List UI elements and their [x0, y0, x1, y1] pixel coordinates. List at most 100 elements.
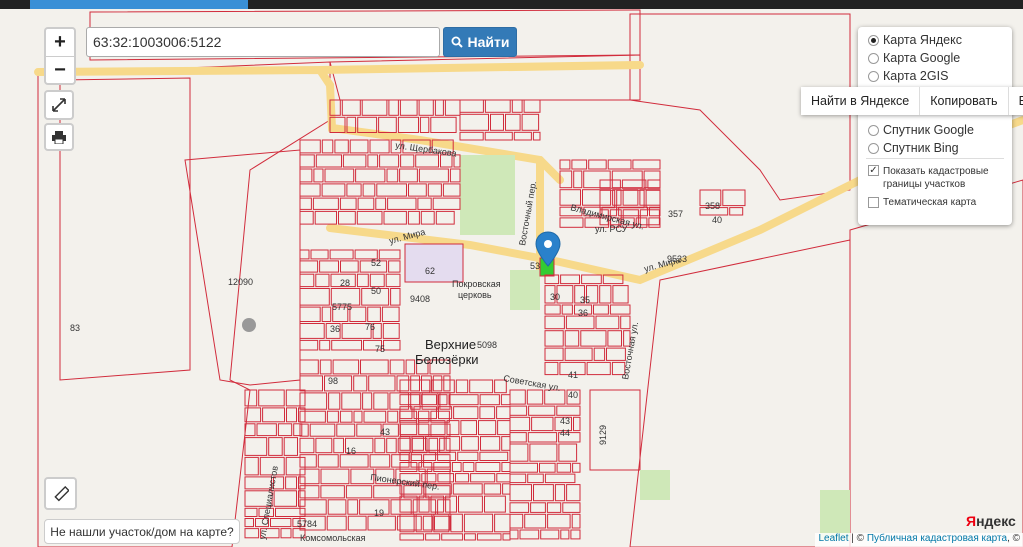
parcel — [299, 288, 330, 306]
label-76: 76 — [365, 322, 375, 332]
checkbox-icon — [868, 197, 879, 208]
parcel — [315, 437, 333, 454]
label-40b: 40 — [712, 215, 722, 225]
parcel — [331, 339, 363, 351]
yandex-logo-y: Я — [966, 513, 977, 529]
thematic-map-toggle[interactable]: Тематическая карта — [868, 197, 976, 208]
parcel — [379, 154, 400, 168]
parcel — [611, 170, 643, 189]
parcel — [413, 406, 437, 420]
parcel — [547, 513, 571, 529]
parcel — [405, 359, 416, 375]
parcel — [606, 347, 626, 361]
parcel — [309, 423, 336, 437]
parcel — [280, 528, 292, 539]
parcel — [649, 206, 661, 217]
parcel — [647, 179, 661, 189]
cadastral-borders-label: Показать кадастровые границы участков — [883, 165, 989, 191]
parcel — [299, 339, 319, 351]
parcel — [345, 485, 373, 499]
parcel — [593, 347, 606, 361]
parcel — [460, 420, 477, 436]
zoom-out-button[interactable]: − — [46, 57, 74, 84]
parcel — [293, 423, 303, 437]
parcel — [639, 189, 661, 206]
parcel — [336, 423, 356, 437]
parcel — [546, 502, 562, 513]
parcel — [560, 274, 580, 285]
parcel — [571, 159, 588, 170]
parcel — [509, 502, 530, 513]
cadastral-borders-toggle[interactable]: ✓ Показать кадастровые границы участков — [868, 165, 989, 191]
leaflet-link[interactable]: Leaflet — [818, 533, 848, 544]
print-button[interactable] — [44, 123, 74, 151]
parcel — [452, 483, 483, 495]
find-button[interactable]: Найти — [443, 27, 517, 57]
parcel — [262, 407, 286, 423]
parcel — [285, 456, 306, 476]
layer-label: Карта Google — [883, 51, 961, 65]
measure-button[interactable] — [44, 477, 77, 510]
parcel — [559, 159, 571, 170]
parcel — [346, 183, 362, 197]
copy-button[interactable]: Копировать — [920, 87, 1009, 115]
parcel — [244, 389, 258, 407]
layer-option-bing-satellite[interactable]: Спутник Bing — [868, 141, 959, 155]
fullscreen-button[interactable] — [44, 90, 74, 120]
parcel — [509, 443, 529, 462]
layer-option-2gis[interactable]: Карта 2GIS — [868, 69, 948, 83]
parcel — [332, 359, 360, 375]
parcel — [443, 375, 451, 392]
parcel — [419, 116, 430, 134]
parcel — [502, 483, 511, 495]
pkk-link[interactable]: Публичная кадастровая карта — [867, 533, 1007, 544]
parcel — [299, 359, 319, 375]
parcel — [497, 420, 511, 436]
parcel — [496, 406, 511, 420]
layer-option-google-satellite[interactable]: Спутник Google — [868, 123, 974, 137]
layer-option-yandex[interactable]: Карта Яндекс — [868, 33, 962, 47]
parcel — [341, 99, 361, 116]
parcel — [586, 361, 611, 376]
layer-option-google[interactable]: Карта Google — [868, 51, 960, 65]
not-found-button[interactable]: Не нашли участок/дом на карте? — [44, 519, 240, 544]
parcel — [347, 499, 359, 515]
parcel — [299, 210, 314, 225]
parcel — [373, 392, 389, 410]
parcel — [385, 273, 401, 288]
parcel — [554, 484, 566, 502]
parcel — [432, 375, 443, 392]
parcel — [244, 423, 256, 437]
parcel — [479, 406, 496, 420]
parcel — [339, 197, 357, 210]
search-icon — [451, 36, 463, 48]
zoom-in-button[interactable]: + — [46, 29, 74, 57]
cadastral-search-input[interactable]: 63:32:1003006:5122 — [86, 27, 440, 57]
parcel — [494, 513, 511, 533]
label-church-2: церковь — [458, 290, 492, 300]
label-41: 41 — [568, 370, 578, 380]
attribution: Leaflet | © Публичная кадастровая карта,… — [815, 533, 1023, 547]
parcel — [376, 183, 407, 197]
parcel — [321, 183, 346, 197]
parcel — [378, 249, 401, 260]
parcel — [399, 406, 413, 420]
parcel — [388, 260, 401, 273]
parcel — [299, 375, 323, 392]
parcel — [286, 407, 297, 423]
find-in-yandex-button[interactable]: Найти в Яндексе — [801, 87, 921, 115]
parcel — [564, 347, 593, 361]
label-street-vostochnaya: Восточная ул. — [620, 321, 640, 380]
parcel — [476, 533, 502, 541]
parcel — [461, 436, 479, 451]
parcel — [273, 490, 298, 507]
parcel — [556, 462, 572, 473]
layer-label: Карта 2GIS — [883, 69, 949, 83]
active-tab[interactable] — [30, 0, 248, 9]
parcel — [539, 462, 556, 473]
parcel — [320, 485, 345, 499]
parcel — [299, 260, 319, 273]
parcel — [425, 533, 441, 541]
to-notes-button[interactable]: В зам — [1009, 87, 1023, 115]
parcel — [455, 473, 470, 483]
